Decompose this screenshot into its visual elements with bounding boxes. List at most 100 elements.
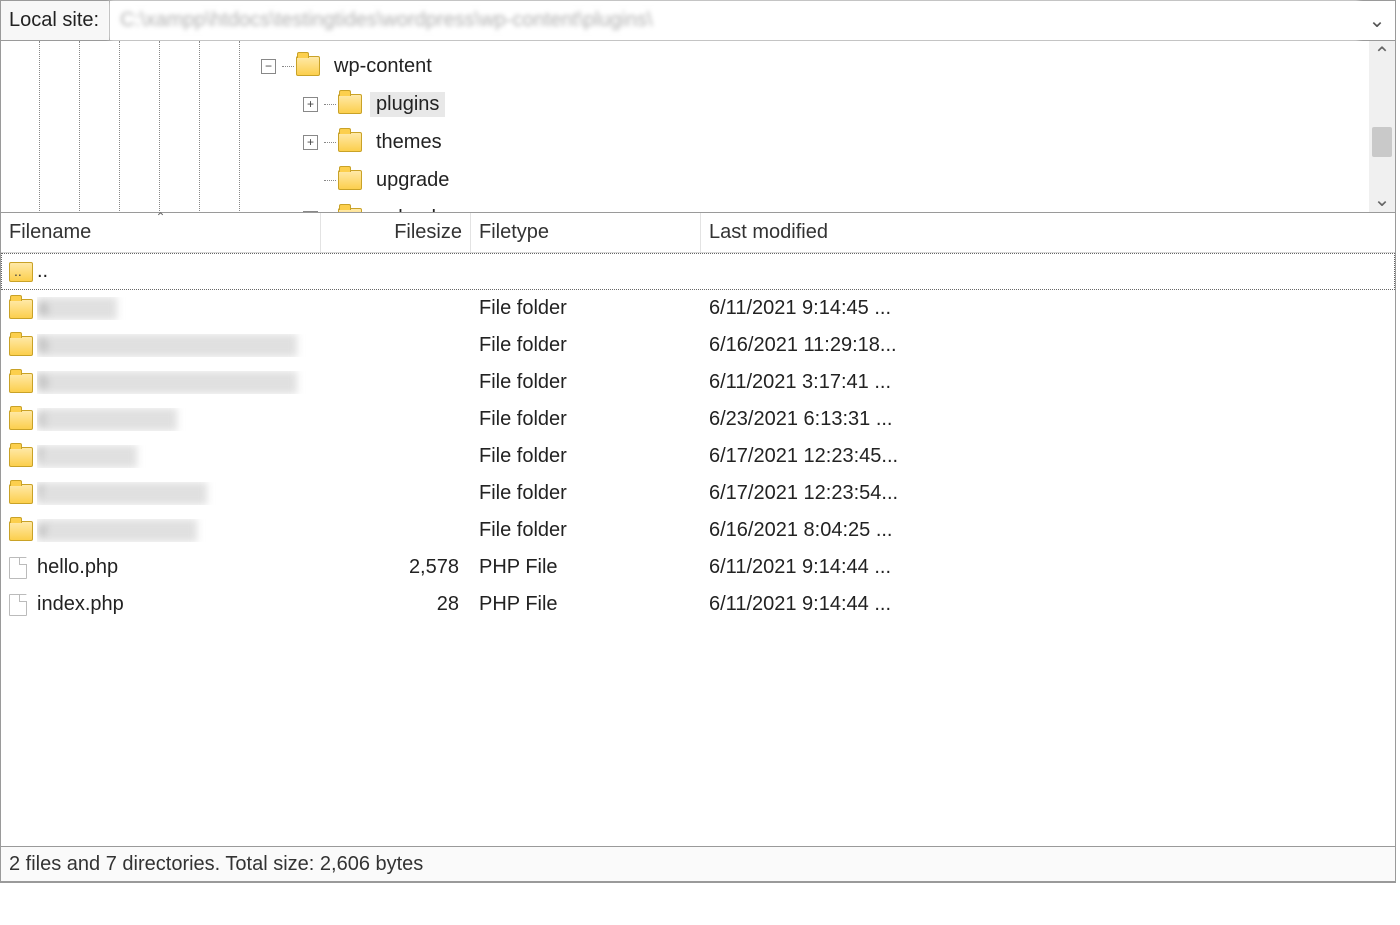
tree-item-label: themes [370,130,448,155]
tree-item-wp-content[interactable]: − wp-content [1,47,455,85]
scroll-down-button[interactable]: ⌄ [1369,186,1395,212]
file-modified: 6/16/2021 8:04:25 ... [701,519,941,542]
tree-connector [324,142,336,143]
file-modified: 6/11/2021 9:14:44 ... [701,556,941,579]
file-icon [9,557,27,579]
folder-icon [296,56,320,76]
file-type: File folder [471,334,701,357]
file-row[interactable]: b File folder6/16/2021 11:29:18... [1,327,1395,364]
file-name: b [37,371,321,394]
file-modified: 6/16/2021 11:29:18... [701,334,941,357]
column-header-last-modified[interactable]: Last modified [701,213,941,252]
file-modified: 6/11/2021 9:14:45 ... [701,297,941,320]
local-path-input[interactable] [110,1,1359,40]
column-label: Filename [9,221,91,244]
file-list[interactable]: ..aFile folder6/11/2021 9:14:45 ...bFile… [1,253,1395,623]
file-name: f [37,482,321,505]
chevron-down-icon: ⌄ [1374,187,1391,212]
tree-item-label: plugins [370,92,445,117]
file-name: v [37,519,321,542]
file-icon [9,594,27,616]
local-site-label: Local site: [1,1,110,40]
file-name: hello.php [37,556,321,579]
tree-scrollbar[interactable]: ⌃ ⌄ [1369,41,1395,212]
tree-item-plugins[interactable]: + plugins [1,85,455,123]
tree-item-label: upgrade [370,168,455,193]
file-type: PHP File [471,593,701,616]
column-header-filetype[interactable]: Filetype [471,213,701,252]
tree-connector [324,180,336,181]
file-modified: 6/11/2021 3:17:41 ... [701,371,941,394]
folder-icon [338,132,362,152]
chevron-up-icon: ⌃ [1374,42,1391,67]
file-row[interactable]: c File folder6/23/2021 6:13:31 ... [1,401,1395,438]
folder-icon [9,336,33,356]
tree-item-upgrade[interactable]: upgrade [1,161,455,199]
file-type: File folder [471,445,701,468]
tree-item-label: uploads [370,206,452,214]
expand-icon[interactable]: + [303,135,318,150]
tree-item-label: wp-content [328,54,438,79]
folder-icon [9,299,33,319]
file-name: c [37,408,321,431]
file-type: File folder [471,371,701,394]
folder-icon [338,170,362,190]
scroll-thumb[interactable] [1372,127,1392,157]
file-name: .. [37,260,321,283]
file-type: File folder [471,482,701,505]
file-type: File folder [471,519,701,542]
file-type: File folder [471,408,701,431]
collapse-icon[interactable]: − [261,59,276,74]
scroll-track[interactable] [1369,67,1395,186]
file-row[interactable]: index.php28PHP File6/11/2021 9:14:44 ... [1,586,1395,623]
folder-icon [9,484,33,504]
file-modified: 6/17/2021 12:23:54... [701,482,941,505]
file-row[interactable]: hello.php2,578PHP File6/11/2021 9:14:44 … [1,549,1395,586]
file-list-pane: ⌃ Filename Filesize Filetype Last modifi… [1,213,1395,846]
file-modified: 6/11/2021 9:14:44 ... [701,593,941,616]
file-modified: 6/17/2021 12:23:45... [701,445,941,468]
directory-tree[interactable]: − wp-content + plugins + themes upgrade +uploa… [1,41,455,213]
file-type: File folder [471,297,701,320]
file-name: b [37,334,321,357]
file-size: 28 [321,593,471,616]
status-bar: 2 files and 7 directories. Total size: 2… [1,846,1395,882]
folder-icon [9,410,33,430]
column-label: Filetype [479,221,549,244]
scroll-up-button[interactable]: ⌃ [1369,41,1395,67]
column-header-filename[interactable]: ⌃ Filename [1,213,321,252]
file-size: 2,578 [321,556,471,579]
file-name: index.php [37,593,321,616]
file-type: PHP File [471,556,701,579]
directory-tree-pane: − wp-content + plugins + themes upgrade +uploa… [1,41,1395,213]
column-header-filesize[interactable]: Filesize [321,213,471,252]
tree-item-themes[interactable]: + themes [1,123,455,161]
path-dropdown-button[interactable]: ⌄ [1359,1,1395,40]
file-modified: 6/23/2021 6:13:31 ... [701,408,941,431]
no-expander [303,173,318,188]
sort-asc-icon: ⌃ [155,210,165,224]
folder-icon [9,373,33,393]
folder-icon [9,521,33,541]
tree-connector [324,104,336,105]
file-row[interactable]: b File folder6/11/2021 3:17:41 ... [1,364,1395,401]
file-row[interactable]: f File folder6/17/2021 12:23:45... [1,438,1395,475]
folder-icon [338,94,362,114]
file-list-header: ⌃ Filename Filesize Filetype Last modifi… [1,213,1395,253]
file-row[interactable]: v File folder6/16/2021 8:04:25 ... [1,512,1395,549]
status-text: 2 files and 7 directories. Total size: 2… [9,853,423,876]
parent-directory-row[interactable]: .. [1,253,1395,290]
expand-icon[interactable]: + [303,97,318,112]
chevron-down-icon: ⌄ [1369,8,1386,33]
parent-folder-icon [9,262,33,282]
column-label: Last modified [709,221,828,244]
file-name: f [37,445,321,468]
tree-item-uploads[interactable]: +uploads [1,199,455,213]
tree-connector [282,66,294,67]
column-label: Filesize [394,221,462,244]
file-row[interactable]: f File folder6/17/2021 12:23:54... [1,475,1395,512]
folder-icon [9,447,33,467]
file-name: a [37,297,321,320]
file-row[interactable]: a File folder6/11/2021 9:14:45 ... [1,290,1395,327]
local-site-panel: Local site: ⌄ − wp-content + plugins + themes… [0,0,1396,883]
